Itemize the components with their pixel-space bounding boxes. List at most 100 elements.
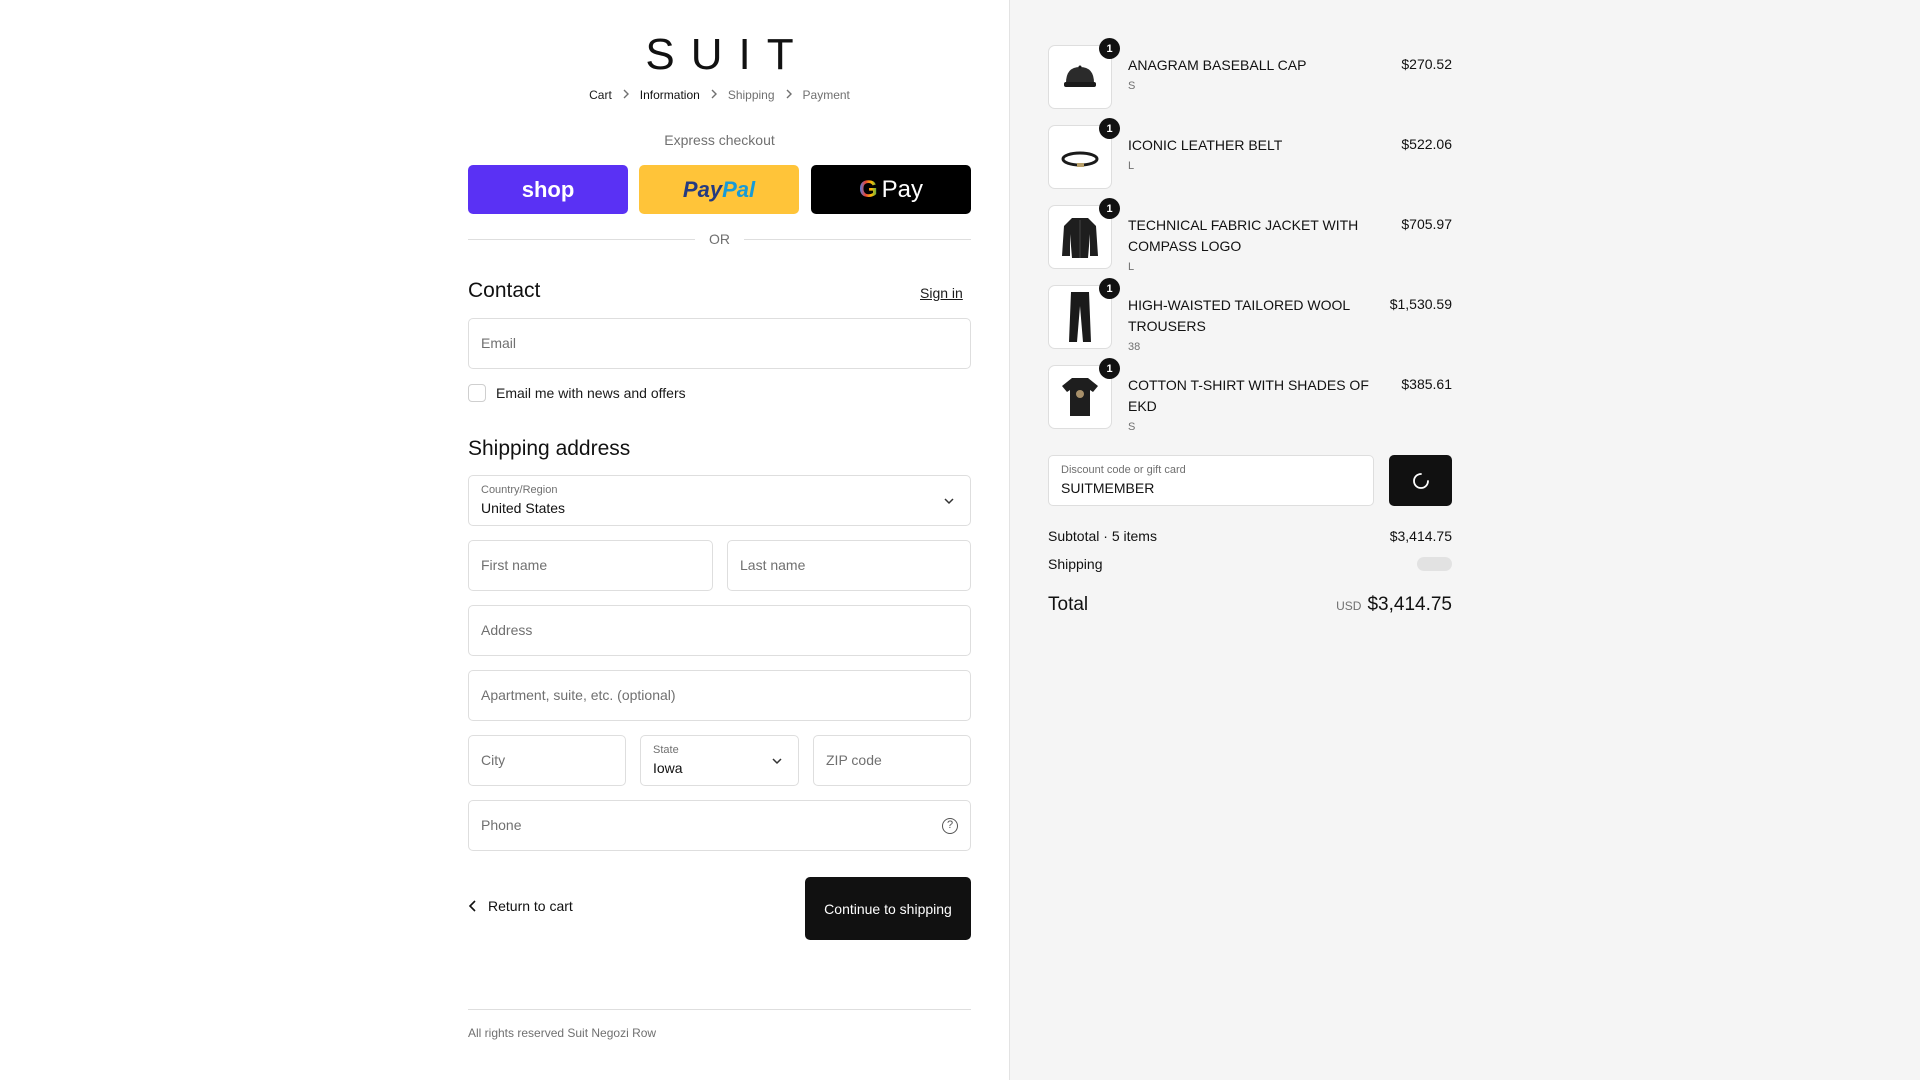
breadcrumb-payment: Payment: [802, 88, 850, 102]
email-placeholder: Email: [481, 335, 517, 351]
subtotal-label: Subtotal · 5 items: [1048, 528, 1157, 544]
quantity-badge: 1: [1099, 38, 1120, 59]
shipping-loading-placeholder: [1417, 557, 1452, 571]
paypal-logo-part1: Pay: [682, 176, 723, 202]
paypal-button[interactable]: Pay Pal: [639, 165, 799, 214]
or-label: OR: [709, 231, 730, 247]
address-field[interactable]: Address: [468, 605, 971, 656]
discount-code-field[interactable]: Discount code or gift card SUITMEMBER: [1048, 455, 1374, 506]
item-price: $705.97: [1401, 216, 1452, 232]
chevron-left-icon: [468, 900, 476, 912]
item-price: $270.52: [1401, 56, 1452, 72]
discount-value: SUITMEMBER: [1061, 480, 1155, 496]
currency-code: USD: [1336, 599, 1362, 613]
item-variant: L: [1128, 160, 1135, 172]
shipping-label: Shipping: [1048, 556, 1103, 572]
shop-pay-logo: shop: [521, 176, 575, 202]
total-value: $3,414.75: [1367, 594, 1452, 615]
apply-discount-button[interactable]: [1389, 455, 1452, 506]
country-value: United States: [481, 500, 566, 516]
list-item: 1 ANAGRAM BASEBALL CAP S $270.52: [1048, 38, 1452, 113]
footer-copyright: All rights reserved Suit Negozi Row: [468, 1026, 657, 1040]
first-name-placeholder: First name: [481, 557, 548, 573]
city-field[interactable]: City: [468, 735, 626, 786]
jacket-icon: 1: [1048, 198, 1120, 269]
list-item: 1 COTTON T-SHIRT WITH SHADES OF EKD S $3…: [1048, 358, 1452, 435]
tshirt-icon: 1: [1048, 358, 1120, 429]
last-name-placeholder: Last name: [740, 557, 806, 573]
total-row: Total USD $3,414.75: [1048, 594, 1452, 616]
loading-spinner-icon: [1412, 472, 1429, 489]
apartment-field[interactable]: Apartment, suite, etc. (optional): [468, 670, 971, 721]
breadcrumb-cart[interactable]: Cart: [589, 88, 612, 102]
chevron-right-icon: [785, 89, 793, 102]
item-name: TECHNICAL FABRIC JACKET WITH COMPASS LOG…: [1128, 215, 1378, 275]
quantity-badge: 1: [1099, 118, 1120, 139]
list-item: 1 HIGH-WAISTED TAILORED WOOL TROUSERS 38…: [1048, 278, 1452, 355]
or-divider: OR: [468, 231, 971, 247]
first-name-field[interactable]: First name: [468, 540, 713, 591]
address-placeholder: Address: [481, 622, 533, 638]
item-variant: 38: [1128, 341, 1141, 353]
item-price: $1,530.59: [1389, 296, 1452, 312]
last-name-field[interactable]: Last name: [727, 540, 971, 591]
google-pay-button[interactable]: G Pay: [811, 165, 971, 214]
list-item: 1 TECHNICAL FABRIC JACKET WITH COMPASS L…: [1048, 198, 1452, 275]
apartment-placeholder: Apartment, suite, etc. (optional): [481, 687, 676, 703]
chevron-right-icon: [622, 89, 630, 102]
return-to-cart-link[interactable]: Return to cart: [468, 898, 573, 914]
cap-icon: 1: [1048, 38, 1120, 109]
item-name: ANAGRAM BASEBALL CAP S: [1128, 55, 1378, 94]
return-to-cart-label: Return to cart: [488, 898, 573, 914]
item-variant: L: [1128, 261, 1135, 273]
continue-to-shipping-button[interactable]: Continue to shipping: [805, 877, 971, 940]
state-value: Iowa: [653, 760, 683, 776]
quantity-badge: 1: [1099, 358, 1120, 379]
phone-placeholder: Phone: [481, 817, 522, 833]
country-label: Country/Region: [481, 484, 558, 496]
shop-pay-button[interactable]: shop: [468, 165, 628, 214]
phone-field[interactable]: Phone ?: [468, 800, 971, 851]
list-item: 1 ICONIC LEATHER BELT L $522.06: [1048, 118, 1452, 193]
checkout-main: SUIT Cart Information Shipping Payment E…: [0, 0, 1009, 1080]
shipping-row: Shipping: [1048, 556, 1452, 572]
footer-divider: [468, 1009, 971, 1010]
breadcrumb-information: Information: [639, 88, 700, 102]
chevron-down-icon: [944, 498, 954, 505]
zip-placeholder: ZIP code: [826, 752, 882, 768]
discount-label: Discount code or gift card: [1061, 464, 1186, 476]
chevron-right-icon: [710, 89, 718, 102]
state-select[interactable]: State Iowa: [640, 735, 799, 786]
brand-logo[interactable]: SUIT: [468, 30, 971, 80]
total-label: Total: [1048, 594, 1089, 615]
google-pay-label: Pay: [881, 175, 924, 203]
subtotal-value: $3,414.75: [1389, 528, 1452, 544]
newsletter-checkbox[interactable]: [468, 384, 486, 402]
item-variant: S: [1128, 421, 1136, 433]
item-variant: S: [1128, 80, 1136, 92]
help-circle-icon[interactable]: ?: [942, 818, 958, 834]
city-placeholder: City: [481, 752, 506, 768]
sign-in-link[interactable]: Sign in: [920, 285, 963, 301]
country-select[interactable]: Country/Region United States: [468, 475, 971, 526]
chevron-down-icon: [772, 758, 782, 765]
subtotal-row: Subtotal · 5 items $3,414.75: [1048, 528, 1452, 544]
breadcrumb: Cart Information Shipping Payment: [468, 88, 971, 102]
paypal-logo-part2: Pal: [722, 176, 756, 202]
item-price: $385.61: [1401, 376, 1452, 392]
trousers-icon: 1: [1048, 278, 1120, 349]
quantity-badge: 1: [1099, 198, 1120, 219]
breadcrumb-shipping: Shipping: [727, 88, 775, 102]
google-g-icon: G: [858, 175, 878, 203]
item-name: COTTON T-SHIRT WITH SHADES OF EKD S: [1128, 375, 1378, 435]
item-name: ICONIC LEATHER BELT L: [1128, 135, 1378, 174]
email-field[interactable]: Email: [468, 318, 971, 369]
express-checkout-label: Express checkout: [664, 132, 775, 148]
contact-title: Contact: [468, 279, 541, 302]
zip-field[interactable]: ZIP code: [813, 735, 971, 786]
shipping-address-title: Shipping address: [468, 437, 631, 460]
item-name: HIGH-WAISTED TAILORED WOOL TROUSERS 38: [1128, 295, 1378, 355]
quantity-badge: 1: [1099, 278, 1120, 299]
newsletter-option[interactable]: Email me with news and offers: [468, 384, 686, 402]
state-label: State: [653, 744, 679, 756]
